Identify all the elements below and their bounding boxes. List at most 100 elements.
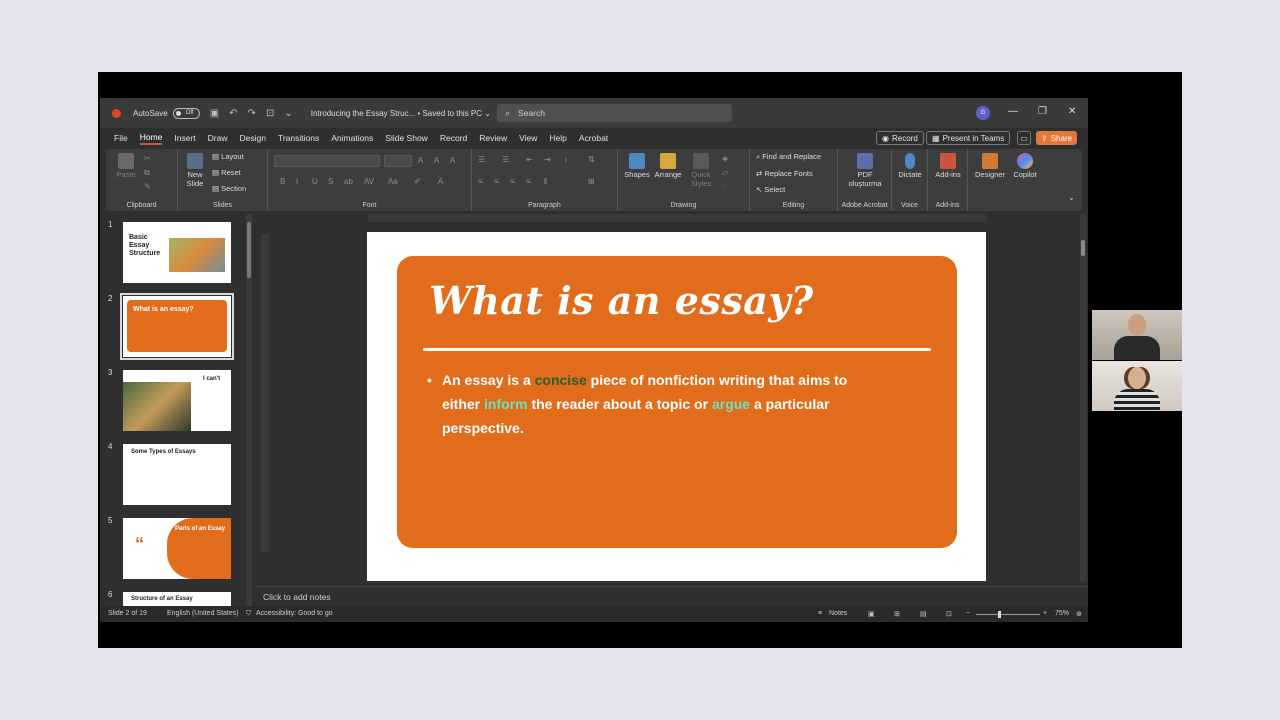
autosave-toggle[interactable]: Off — [172, 107, 200, 119]
thumbnail-slide-2[interactable]: What is an essay? — [120, 293, 234, 360]
reset-button[interactable]: ▤ Reset — [212, 168, 241, 178]
spacing-icon[interactable]: AV — [364, 177, 374, 186]
clear-format-icon[interactable]: A — [450, 156, 455, 165]
undo-icon[interactable]: ↶ — [229, 108, 237, 119]
layout-button[interactable]: ▤ Layout — [212, 152, 244, 162]
search-box[interactable]: ⌕ Search — [497, 104, 732, 122]
avatar[interactable]: G — [976, 106, 990, 120]
thumbnail-scroll-thumb[interactable] — [247, 222, 251, 278]
strikethrough-icon[interactable]: S — [328, 177, 333, 186]
select-button[interactable]: ↖ Select — [756, 185, 785, 195]
shapes-button[interactable]: Shapes — [622, 153, 652, 180]
font-color-icon[interactable]: A — [438, 177, 443, 186]
copilot-button[interactable]: Copilot — [1008, 153, 1042, 180]
increase-font-icon[interactable]: A — [418, 156, 423, 165]
designer-button[interactable]: Designer — [972, 153, 1008, 180]
slide-canvas[interactable]: What is an essay? • An essay is a concis… — [367, 232, 986, 581]
thumbnail-slide-6[interactable]: Structure of an Essay — [123, 592, 231, 606]
thumbnail-scrollbar[interactable] — [246, 214, 252, 606]
collapse-ribbon-icon[interactable]: ⌄ — [1068, 193, 1075, 202]
redo-icon[interactable]: ↷ — [248, 108, 256, 119]
notes-toggle[interactable]: Notes — [829, 610, 847, 617]
italic-icon[interactable]: I — [296, 177, 298, 186]
reading-view-icon[interactable]: ▤ — [920, 610, 927, 618]
shape-outline-icon[interactable]: ▱ — [722, 168, 728, 177]
columns-icon[interactable]: ⫴ — [544, 177, 547, 187]
present-icon[interactable]: ⊡ — [266, 108, 274, 119]
slide-sorter-icon[interactable]: ⊞ — [894, 610, 900, 618]
minimize-icon[interactable]: — — [1008, 106, 1018, 117]
accessibility-status[interactable]: Accessibility: Good to go — [256, 610, 333, 617]
thumbnail-slide-5[interactable]: Parts of an Essay “ — [123, 518, 231, 579]
pdf-button[interactable]: PDF oluşturma — [842, 153, 888, 188]
char-spacing-icon[interactable]: ab — [344, 177, 353, 186]
arrange-button[interactable]: Arrange — [652, 153, 684, 180]
format-painter-icon[interactable]: ✎ — [144, 182, 151, 191]
numbering-icon[interactable]: ☰ — [502, 155, 509, 164]
language-indicator[interactable]: English (United States) — [167, 610, 239, 617]
tab-draw[interactable]: Draw — [208, 133, 228, 143]
align-left-icon[interactable]: ≡ — [478, 177, 483, 186]
document-title[interactable]: Introducing the Essay Struc... • Saved t… — [311, 109, 491, 118]
highlight-icon[interactable]: ✐ — [414, 177, 421, 186]
zoom-slider[interactable] — [976, 611, 1040, 618]
editor-scroll-thumb[interactable] — [1081, 240, 1085, 256]
underline-icon[interactable]: U — [312, 177, 318, 186]
save-icon[interactable]: ▣ — [210, 108, 219, 119]
font-size-dropdown[interactable] — [384, 155, 412, 167]
tab-acrobat[interactable]: Acrobat — [579, 133, 608, 143]
slideshow-icon[interactable]: ⊡ — [946, 610, 952, 618]
decrease-font-icon[interactable]: A — [434, 156, 439, 165]
customize-icon[interactable]: ⌄ — [284, 108, 292, 119]
zoom-level[interactable]: 75% — [1055, 610, 1069, 617]
share-button[interactable]: ⇪ Share — [1036, 131, 1078, 145]
font-family-dropdown[interactable] — [274, 155, 380, 167]
editor-scrollbar[interactable] — [1080, 214, 1086, 582]
cut-icon[interactable]: ✂ — [144, 154, 151, 163]
tab-slide-show[interactable]: Slide Show — [385, 133, 428, 143]
decrease-indent-icon[interactable]: ⇤ — [526, 155, 533, 164]
thumbnail-slide-1[interactable]: Basic Essay Structure — [123, 222, 231, 283]
tab-view[interactable]: View — [519, 133, 537, 143]
smartart-icon[interactable]: ⊞ — [588, 177, 595, 186]
new-slide-button[interactable]: New Slide — [182, 153, 208, 188]
tab-design[interactable]: Design — [240, 133, 266, 143]
shape-fill-icon[interactable]: ◈ — [722, 154, 728, 163]
thumbnail-slide-4[interactable]: Some Types of Essays — [123, 444, 231, 505]
justify-icon[interactable]: ≡ — [526, 177, 531, 186]
thumbnail-slide-3[interactable]: I can't — [123, 370, 231, 431]
fit-to-window-icon[interactable]: ⊕ — [1076, 610, 1082, 618]
tab-file[interactable]: File — [114, 133, 128, 143]
text-direction-icon[interactable]: ⇅ — [588, 155, 595, 164]
slide-title[interactable]: What is an essay? — [429, 278, 814, 323]
paste-button[interactable]: Paste — [114, 153, 138, 180]
zoom-out-icon[interactable]: − — [966, 610, 970, 617]
zoom-slider-thumb[interactable] — [998, 611, 1001, 618]
tab-insert[interactable]: Insert — [174, 133, 195, 143]
bold-icon[interactable]: B — [280, 177, 285, 186]
shape-effects-icon[interactable]: ◌ — [722, 182, 727, 191]
notes-pane[interactable]: Click to add notes — [255, 586, 1088, 606]
tab-help[interactable]: Help — [549, 133, 566, 143]
tab-transitions[interactable]: Transitions — [278, 133, 319, 143]
record-button[interactable]: ◉ Record — [876, 131, 924, 145]
zoom-in-icon[interactable]: + — [1043, 610, 1047, 617]
quick-styles-button[interactable]: Quick Styles — [686, 153, 716, 188]
replace-fonts-button[interactable]: ⇄ Replace Fonts — [756, 169, 813, 179]
find-replace-button[interactable]: ⌕ Find and Replace — [756, 152, 821, 162]
restore-icon[interactable]: ❐ — [1038, 106, 1047, 117]
dictate-button[interactable]: Dictate — [894, 153, 926, 180]
copy-icon[interactable]: ⧉ — [144, 168, 150, 178]
tab-review[interactable]: Review — [479, 133, 507, 143]
section-button[interactable]: ▤ Section — [212, 184, 246, 194]
align-center-icon[interactable]: ≡ — [494, 177, 499, 186]
tab-home[interactable]: Home — [139, 132, 163, 145]
comments-button[interactable]: ▭ — [1017, 131, 1031, 145]
normal-view-icon[interactable]: ▣ — [868, 610, 875, 618]
tab-animations[interactable]: Animations — [331, 133, 373, 143]
align-right-icon[interactable]: ≡ — [510, 177, 515, 186]
slide-body-text[interactable]: • An essay is a concise piece of nonfict… — [427, 368, 921, 440]
increase-indent-icon[interactable]: ⇥ — [544, 155, 551, 164]
tab-record[interactable]: Record — [440, 133, 467, 143]
addins-button[interactable]: Add-ins — [930, 153, 966, 180]
